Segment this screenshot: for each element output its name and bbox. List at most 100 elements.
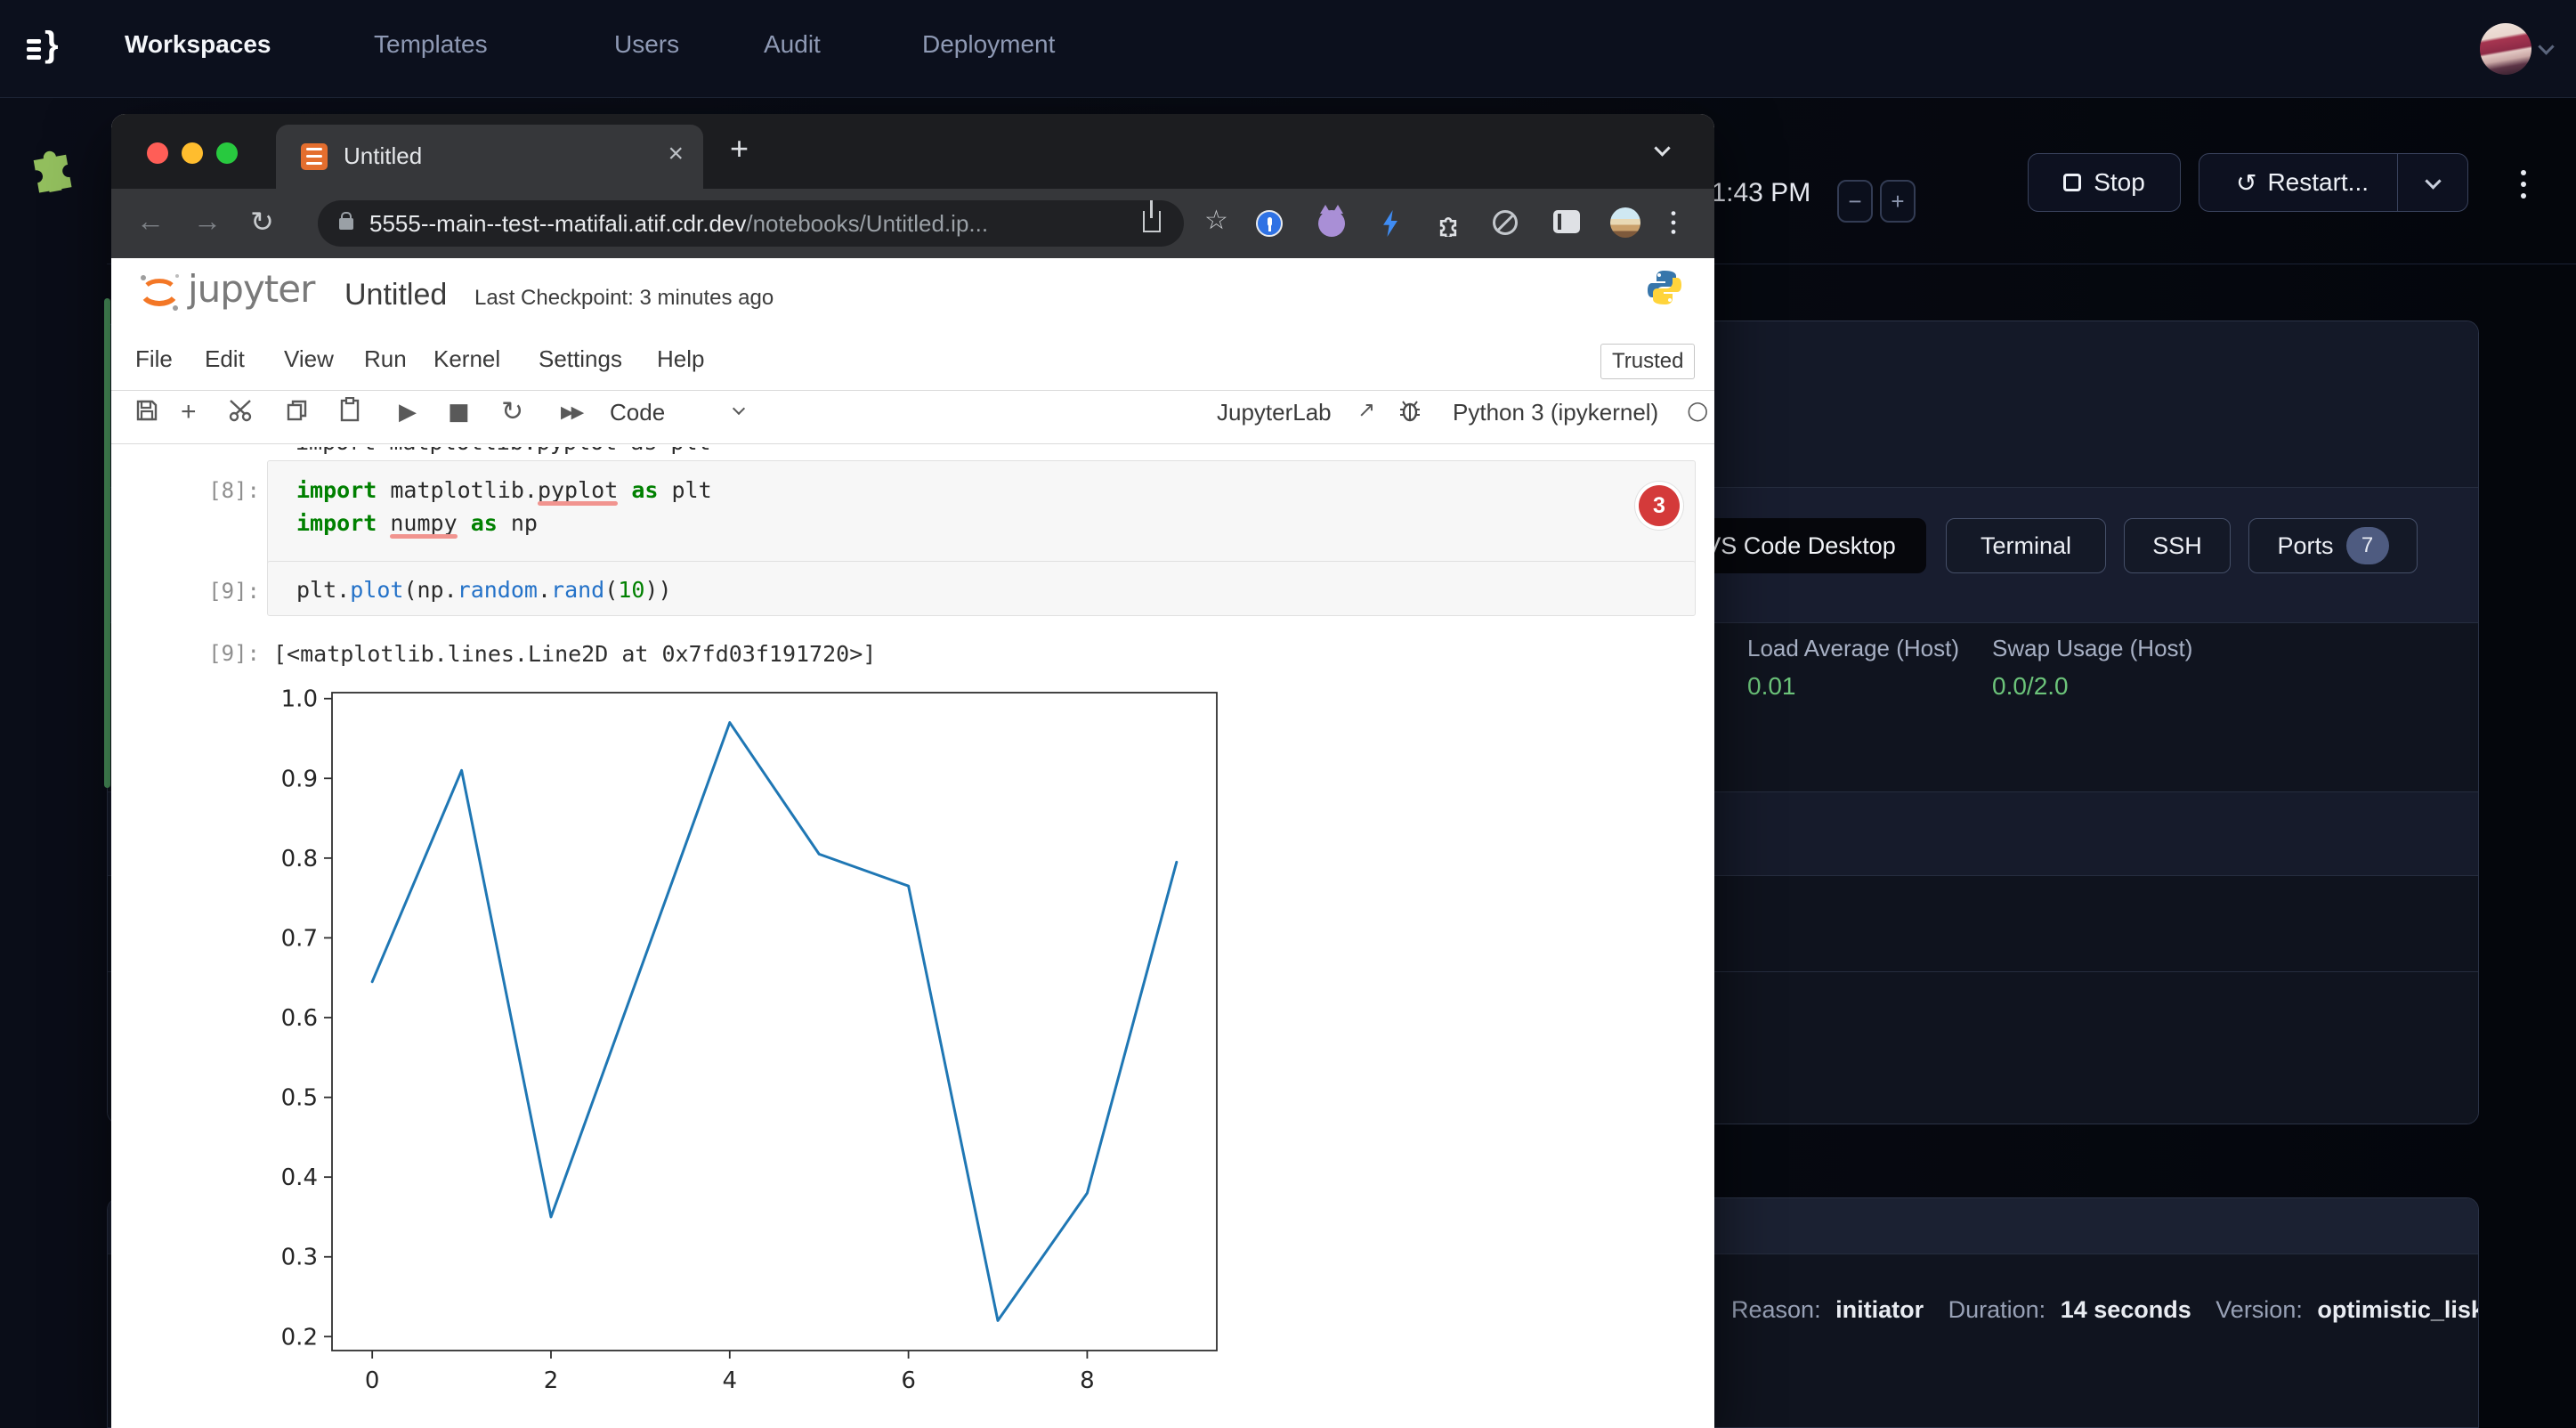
svg-text:0.6: 0.6: [281, 1005, 318, 1032]
reason-label: Reason:: [1731, 1296, 1821, 1323]
user-avatar[interactable]: [2480, 23, 2531, 75]
cell9-output-prompt: [9]:: [189, 641, 260, 666]
save-icon[interactable]: [135, 399, 158, 422]
restart-options-chevron-down-icon[interactable]: [2425, 173, 2441, 189]
url-path: /notebooks/Untitled.ip...: [746, 210, 988, 238]
window-minimize-button[interactable]: [182, 142, 203, 164]
stop-icon: [2063, 174, 2081, 191]
terminal-button[interactable]: Terminal: [1946, 518, 2106, 573]
user-menu-chevron-down-icon[interactable]: [2538, 38, 2554, 54]
svg-text:1.0: 1.0: [281, 686, 318, 713]
external-link-icon: ↗: [1357, 397, 1375, 422]
paste-icon[interactable]: [339, 397, 360, 422]
copy-icon[interactable]: [286, 399, 309, 422]
restart-kernel-icon[interactable]: ↻: [501, 396, 523, 427]
cell-type-chevron-down-icon[interactable]: [733, 402, 745, 415]
cell9-output-text: [<matplotlib.lines.Line2D at 0x7fd03f191…: [273, 641, 876, 667]
load-average-label: Load Average (Host): [1747, 635, 1959, 662]
nav-item-deployment[interactable]: Deployment: [922, 30, 1055, 59]
swap-usage-label: Swap Usage (Host): [1992, 635, 2192, 662]
svg-text:8: 8: [1080, 1367, 1095, 1394]
extension-blocker-icon[interactable]: [1493, 210, 1518, 235]
kernel-status-circle-icon: ○: [1687, 395, 1708, 425]
cell-type-select[interactable]: Code: [610, 399, 665, 426]
cell9-input[interactable]: plt.plot(np.random.rand(10)): [267, 561, 1696, 616]
jupyter-logo-icon: [136, 269, 182, 315]
interrupt-kernel-icon[interactable]: ■: [448, 399, 470, 426]
screen: } Workspaces Templates Users Audit Deplo…: [0, 0, 2576, 1428]
zoom-out-button[interactable]: −: [1837, 180, 1873, 223]
svg-text:0.5: 0.5: [281, 1085, 318, 1112]
tab-close-icon[interactable]: ×: [668, 139, 684, 169]
browser-toolbar: ← → ↻ 5555--main--test--matifali.atif.cd…: [111, 189, 1714, 258]
window-maximize-button[interactable]: [216, 142, 238, 164]
browser-tab-untitled[interactable]: Untitled ×: [276, 125, 703, 189]
ports-button[interactable]: Ports 7: [2248, 518, 2418, 573]
svg-text:0.3: 0.3: [281, 1245, 318, 1271]
workspace-clock: 11:43 PM: [1698, 178, 1810, 208]
run-cell-icon[interactable]: ▶: [399, 399, 417, 426]
notebook-title[interactable]: Untitled: [344, 278, 447, 312]
svg-text:4: 4: [723, 1367, 738, 1394]
menu-help[interactable]: Help: [657, 345, 704, 373]
nav-item-templates[interactable]: Templates: [374, 30, 488, 59]
reload-icon[interactable]: ↻: [250, 205, 274, 239]
svg-text:0.9: 0.9: [281, 766, 318, 792]
menu-kernel[interactable]: Kernel: [433, 345, 500, 373]
menu-file[interactable]: File: [135, 345, 173, 373]
forward-icon[interactable]: →: [193, 205, 222, 238]
coder-logo-icon[interactable]: }: [23, 27, 75, 71]
svg-text:0.4: 0.4: [281, 1164, 318, 1191]
run-all-icon[interactable]: ▶▶: [561, 402, 581, 422]
browser-profile-avatar[interactable]: [1610, 207, 1640, 238]
menu-run[interactable]: Run: [364, 345, 407, 373]
menu-edit[interactable]: Edit: [205, 345, 245, 373]
nav-item-audit[interactable]: Audit: [764, 30, 821, 59]
clipped-previous-cell: import matplotlib.pyplot as plt: [296, 447, 1542, 455]
jupyter-page: jupyter Untitled Last Checkpoint: 3 minu…: [111, 258, 1714, 1428]
browser-tab-strip: Untitled × +: [111, 114, 1714, 189]
menu-view[interactable]: View: [284, 345, 334, 373]
bookmark-star-icon[interactable]: ☆: [1204, 205, 1228, 236]
tab-search-chevron-down-icon[interactable]: [1654, 140, 1670, 156]
window-close-button[interactable]: [147, 142, 168, 164]
restart-icon: ↺: [2236, 168, 2256, 198]
open-jupyterlab-link[interactable]: JupyterLab: [1217, 399, 1332, 426]
browser-menu-kebab-icon[interactable]: [1672, 207, 1676, 239]
lock-icon: [339, 218, 353, 230]
cell8-input[interactable]: import matplotlib.pyplot as plt import n…: [267, 460, 1696, 567]
workspace-app-puzzle-icon: [20, 128, 93, 196]
load-average-value: 0.01: [1747, 672, 1796, 701]
ssh-button[interactable]: SSH: [2124, 518, 2231, 573]
stop-workspace-button[interactable]: Stop: [2028, 153, 2181, 212]
trusted-button[interactable]: Trusted: [1600, 344, 1695, 379]
menu-settings[interactable]: Settings: [539, 345, 622, 373]
debugger-bug-icon[interactable]: [1398, 399, 1422, 422]
svg-text:0.2: 0.2: [281, 1324, 318, 1351]
address-bar[interactable]: 5555--main--test--matifali.atif.cdr.dev …: [318, 200, 1184, 247]
extensions-puzzle-icon[interactable]: [1438, 210, 1464, 237]
workspace-more-menu-button[interactable]: [2521, 164, 2526, 205]
restart-workspace-button[interactable]: ↺ Restart...: [2199, 153, 2468, 212]
swap-usage-value: 0.0/2.0: [1992, 672, 2069, 701]
cell9-prompt: [9]:: [189, 579, 260, 604]
side-panel-icon[interactable]: [1553, 210, 1580, 233]
extension-lightning-icon[interactable]: [1381, 210, 1400, 237]
cut-icon[interactable]: [229, 399, 255, 422]
duration-value: 14 seconds: [2061, 1296, 2191, 1323]
version-value[interactable]: optimistic_liskov9: [2317, 1296, 2479, 1323]
back-icon[interactable]: ←: [136, 205, 165, 238]
share-icon[interactable]: [1143, 211, 1161, 232]
zoom-in-button[interactable]: +: [1880, 180, 1916, 223]
nav-item-users[interactable]: Users: [614, 30, 679, 59]
jupyter-favicon-icon: [301, 143, 328, 170]
extension-1password-icon[interactable]: [1256, 210, 1283, 237]
nav-item-workspaces[interactable]: Workspaces: [125, 30, 271, 59]
notification-count-badge[interactable]: 3: [1639, 485, 1680, 526]
svg-text:6: 6: [901, 1367, 916, 1394]
extension-cat-icon[interactable]: [1318, 210, 1345, 237]
kernel-name[interactable]: Python 3 (ipykernel): [1453, 399, 1658, 426]
checkpoint-status: Last Checkpoint: 3 minutes ago: [474, 286, 774, 311]
add-cell-icon[interactable]: +: [181, 397, 197, 427]
new-tab-button[interactable]: +: [730, 130, 749, 167]
